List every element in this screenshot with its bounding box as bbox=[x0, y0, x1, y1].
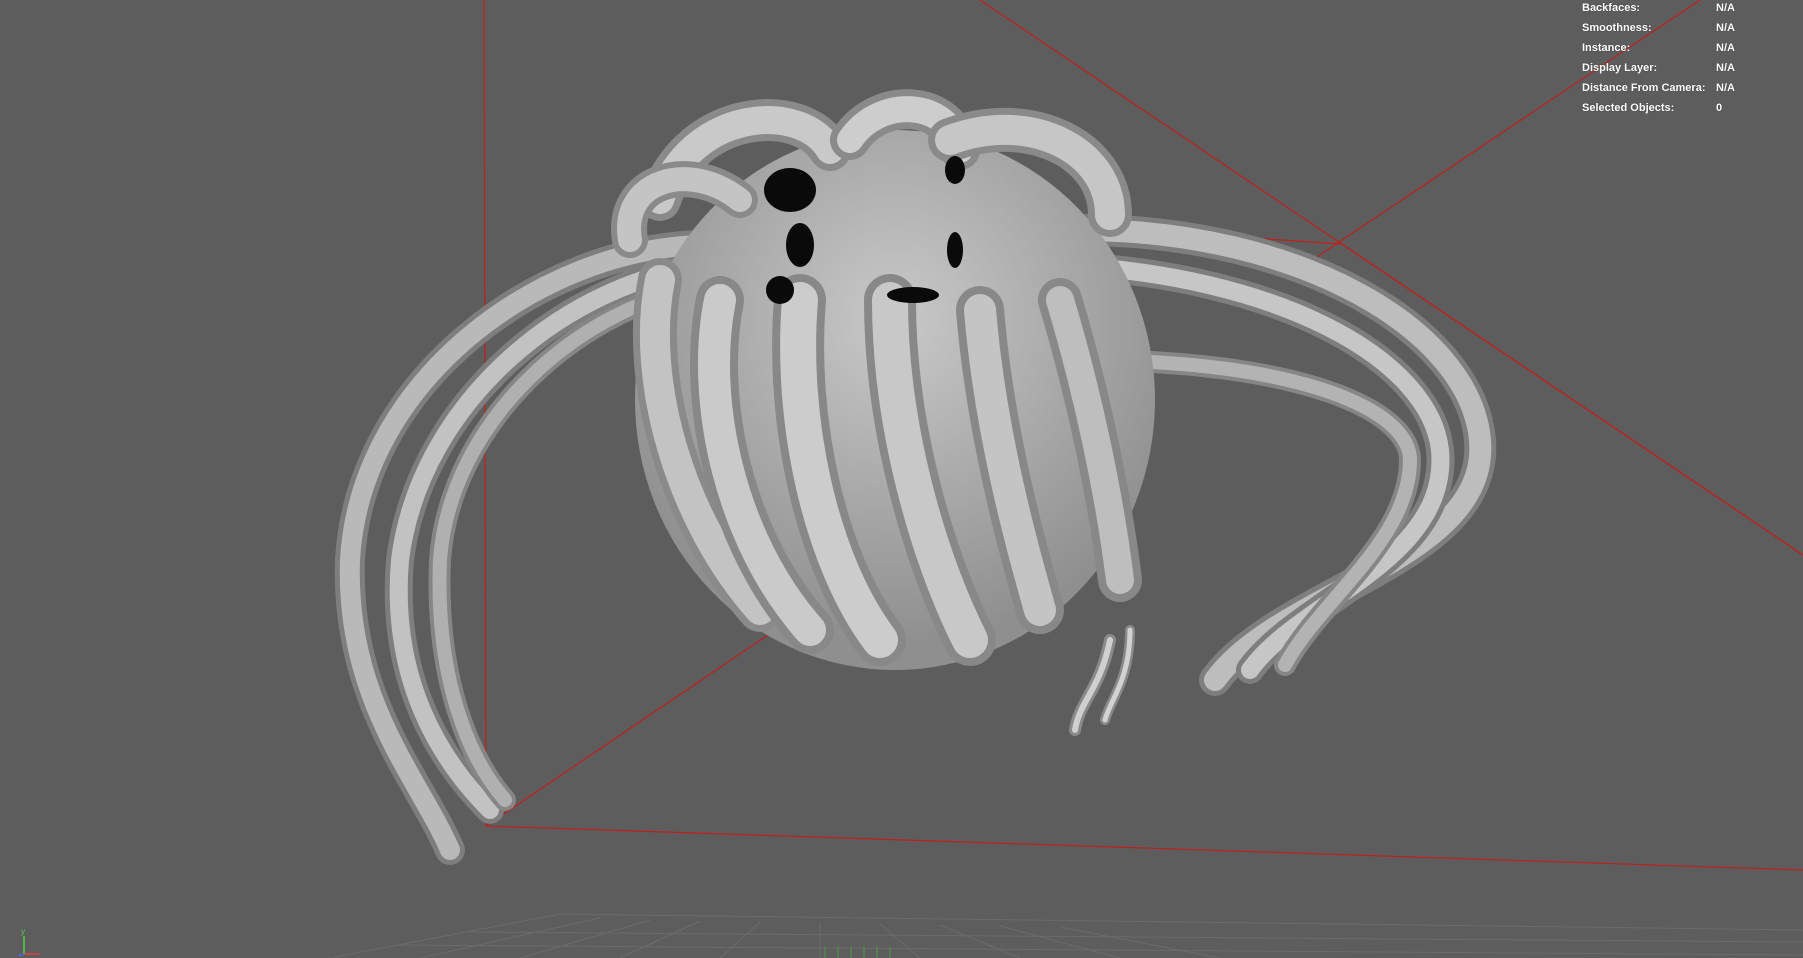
hud-row-instance: Instance: N/A bbox=[1582, 40, 1797, 60]
hud-label: Instance: bbox=[1582, 42, 1631, 54]
hud-label: Smoothness: bbox=[1582, 22, 1652, 34]
hud-row-distance-from-camera: Distance From Camera: N/A bbox=[1582, 80, 1797, 100]
hud-row-backfaces: Backfaces: N/A bbox=[1582, 0, 1797, 20]
axis-gizmo-icon: y bbox=[17, 927, 40, 956]
scene-render bbox=[329, 0, 1803, 958]
hud-label: Selected Objects: bbox=[1582, 102, 1675, 114]
creature-body bbox=[611, 89, 1155, 736]
hud-value: N/A bbox=[1716, 42, 1735, 54]
hud-value: N/A bbox=[1716, 62, 1735, 74]
hud-label: Distance From Camera: bbox=[1582, 82, 1706, 94]
hud-label: Backfaces: bbox=[1582, 2, 1641, 14]
hud-value: 0 bbox=[1716, 102, 1723, 114]
hud-row-smoothness: Smoothness: N/A bbox=[1582, 20, 1797, 40]
hud-value: N/A bbox=[1716, 82, 1735, 94]
hud-row-display-layer: Display Layer: N/A bbox=[1582, 60, 1797, 80]
ground-grid bbox=[329, 913, 1803, 958]
hud-value: N/A bbox=[1716, 2, 1735, 14]
hud-label: Display Layer: bbox=[1582, 62, 1658, 74]
hud-value: N/A bbox=[1716, 22, 1735, 34]
3d-viewport[interactable]: Backfaces: N/A Smoothness: N/A Instance:… bbox=[0, 0, 1803, 958]
axis-y-label: y bbox=[21, 927, 25, 936]
heads-up-display: Backfaces: N/A Smoothness: N/A Instance:… bbox=[1582, 0, 1797, 120]
hud-row-selected-objects: Selected Objects: 0 bbox=[1582, 100, 1797, 120]
